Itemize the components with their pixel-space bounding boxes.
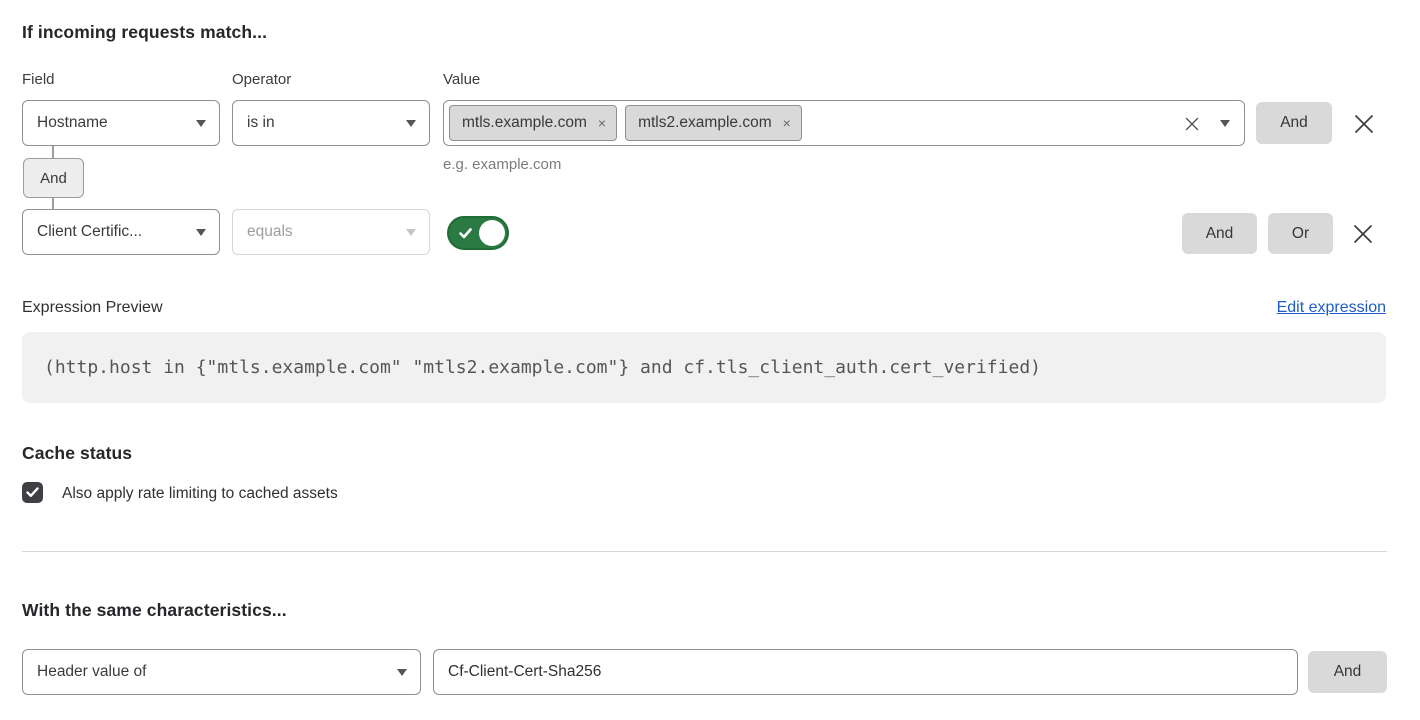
value-column-label: Value xyxy=(443,71,480,88)
delete-condition-icon-row2[interactable] xyxy=(1351,222,1375,246)
cert-verified-toggle[interactable] xyxy=(447,216,509,250)
field-column-label: Field xyxy=(22,71,55,88)
expression-preview-label: Expression Preview xyxy=(22,299,163,317)
match-section-title: If incoming requests match... xyxy=(22,22,267,43)
characteristic-select-value: Header value of xyxy=(37,663,146,681)
connector-line-top xyxy=(52,146,54,158)
clear-values-icon[interactable] xyxy=(1184,116,1200,132)
value-multiselect-row1[interactable]: mtls.example.com × mtls2.example.com × xyxy=(443,100,1245,146)
chevron-down-icon xyxy=(196,120,206,127)
connector-and-chip[interactable]: And xyxy=(23,158,84,198)
edit-expression-link[interactable]: Edit expression xyxy=(1277,299,1386,317)
header-name-input[interactable] xyxy=(433,649,1298,695)
or-condition-button-row2[interactable]: Or xyxy=(1268,213,1333,254)
field-select-row1-value: Hostname xyxy=(37,114,108,132)
check-icon xyxy=(26,487,39,498)
operator-select-row2-value: equals xyxy=(247,223,293,241)
cached-assets-checkbox-label: Also apply rate limiting to cached asset… xyxy=(62,485,338,503)
operator-select-row1-value: is in xyxy=(247,114,275,132)
value-tag: mtls2.example.com × xyxy=(625,105,802,141)
operator-select-row1[interactable]: is in xyxy=(232,100,430,146)
rate-limit-rule-builder: If incoming requests match... Field Oper… xyxy=(0,0,1420,720)
chevron-down-icon xyxy=(406,120,416,127)
section-divider xyxy=(22,551,1387,552)
operator-column-label: Operator xyxy=(232,71,291,88)
value-tag-label: mtls2.example.com xyxy=(638,114,772,132)
cached-assets-checkbox[interactable] xyxy=(22,482,43,503)
delete-condition-icon-row1[interactable] xyxy=(1352,112,1376,136)
chevron-down-icon xyxy=(196,229,206,236)
chevron-down-icon[interactable] xyxy=(1220,120,1230,127)
value-hint-text: e.g. example.com xyxy=(443,156,561,173)
tag-remove-icon[interactable]: × xyxy=(598,116,606,130)
characteristics-section-title: With the same characteristics... xyxy=(22,600,287,621)
field-select-row2[interactable]: Client Certific... xyxy=(22,209,220,255)
chevron-down-icon xyxy=(397,669,407,676)
characteristic-select[interactable]: Header value of xyxy=(22,649,421,695)
tag-remove-icon[interactable]: × xyxy=(783,116,791,130)
operator-select-row2-disabled: equals xyxy=(232,209,430,255)
cache-status-title: Cache status xyxy=(22,443,132,464)
connector-line-bottom xyxy=(52,198,54,209)
and-condition-button-row1[interactable]: And xyxy=(1256,102,1332,144)
chevron-down-icon xyxy=(406,229,416,236)
and-condition-button-row2[interactable]: And xyxy=(1182,213,1257,254)
expression-code: (http.host in {"mtls.example.com" "mtls2… xyxy=(44,357,1041,378)
field-select-row1[interactable]: Hostname xyxy=(22,100,220,146)
toggle-knob xyxy=(479,220,505,246)
value-tag-label: mtls.example.com xyxy=(462,114,587,132)
value-tag: mtls.example.com × xyxy=(449,105,617,141)
check-icon xyxy=(458,226,473,241)
and-characteristic-button[interactable]: And xyxy=(1308,651,1387,693)
expression-preview-block: (http.host in {"mtls.example.com" "mtls2… xyxy=(22,332,1386,403)
field-select-row2-value: Client Certific... xyxy=(37,223,142,241)
